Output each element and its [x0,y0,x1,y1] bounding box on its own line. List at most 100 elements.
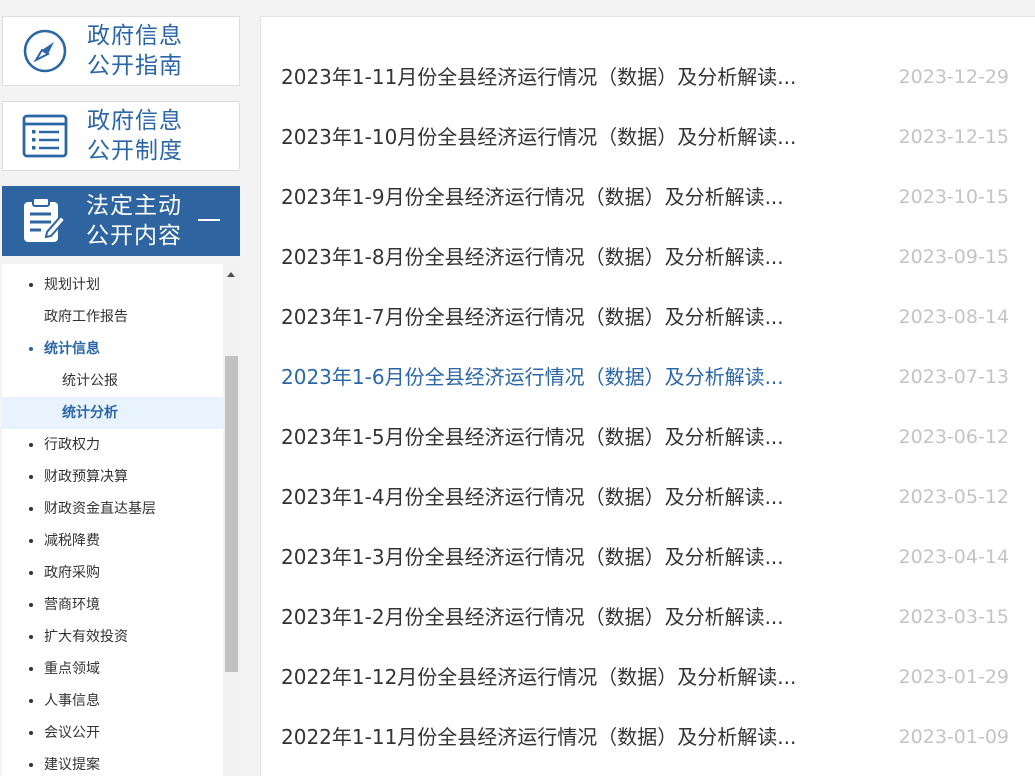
public-system-card[interactable]: 政府信息 公开制度 [2,101,240,171]
statutory-content-line1: 法定主动 [86,193,182,219]
menu-item-budget[interactable]: 财政预算决算 [2,461,223,493]
menu-item-label: 政府采购 [44,565,100,581]
page: 政府信息 公开指南 政府信息 公开制度 法定主动 公开内容 规划计划 政府工作报… [0,0,1035,776]
compass-icon [3,17,87,85]
bullet-icon [29,475,33,479]
article-row[interactable]: 2023年1-3月份全县经济运行情况（数据）及分析解读... 2023-04-1… [261,528,1035,588]
menu-item-label: 规划计划 [44,277,100,293]
menu-item-stat-bulletin[interactable]: 统计公报 [2,365,223,397]
article-title[interactable]: 2023年1-8月份全县经济运行情况（数据）及分析解读... [281,242,784,272]
article-date: 2023-05-12 [898,486,1009,508]
public-guide-line1: 政府信息 [87,23,183,49]
menu-item-plans[interactable]: 规划计划 [2,269,223,301]
public-guide-label: 政府信息 公开指南 [87,21,183,81]
article-date: 2023-01-09 [898,726,1009,748]
menu-item-label: 统计公报 [62,373,118,389]
public-system-line1: 政府信息 [87,108,183,134]
article-date: 2023-10-15 [898,186,1009,208]
article-list-panel: 2023年1-11月份全县经济运行情况（数据）及分析解读... 2023-12-… [260,16,1035,776]
public-guide-line2: 公开指南 [87,53,183,79]
article-title[interactable]: 2023年1-11月份全县经济运行情况（数据）及分析解读... [281,62,796,92]
menu-item-label: 会议公开 [44,725,100,741]
menu-item-label: 减税降费 [44,533,100,549]
article-title[interactable]: 2023年1-2月份全县经济运行情况（数据）及分析解读... [281,602,784,632]
article-date: 2023-09-15 [898,246,1009,268]
public-system-line2: 公开制度 [87,138,183,164]
scrollbar-thumb[interactable] [225,356,238,672]
collapse-icon[interactable] [198,219,220,221]
bullet-icon [29,763,33,767]
article-row[interactable]: 2023年1-4月份全县经济运行情况（数据）及分析解读... 2023-05-1… [261,468,1035,528]
public-guide-card[interactable]: 政府信息 公开指南 [2,16,240,86]
bullet-icon [29,667,33,671]
article-date: 2023-07-13 [898,366,1009,388]
article-title[interactable]: 2023年1-9月份全县经济运行情况（数据）及分析解读... [281,182,784,212]
category-menu-list: 规划计划 政府工作报告 统计信息 统计公报 统计分析 行政权力 财政预算决算 财… [2,269,223,776]
menu-item-proposals[interactable]: 建议提案 [2,749,223,776]
menu-item-investment[interactable]: 扩大有效投资 [2,621,223,653]
menu-item-meetings[interactable]: 会议公开 [2,717,223,749]
menu-item-statistics[interactable]: 统计信息 [2,333,223,365]
bullet-icon [29,539,33,543]
menu-scrollbar[interactable] [223,264,240,776]
bullet-icon [29,731,33,735]
bullet-icon [29,347,33,351]
article-title[interactable]: 2023年1-6月份全县经济运行情况（数据）及分析解读... [281,362,784,392]
article-title[interactable]: 2023年1-3月份全县经济运行情况（数据）及分析解读... [281,542,784,572]
menu-item-procurement[interactable]: 政府采购 [2,557,223,589]
bullet-icon [29,507,33,511]
article-row-hovered[interactable]: 2023年1-6月份全县经济运行情况（数据）及分析解读... 2023-07-1… [261,348,1035,408]
menu-item-admin-power[interactable]: 行政权力 [2,429,223,461]
statutory-content-card[interactable]: 法定主动 公开内容 [2,186,240,256]
menu-item-label: 营商环境 [44,597,100,613]
article-list: 2023年1-11月份全县经济运行情况（数据）及分析解读... 2023-12-… [261,48,1035,768]
menu-item-label: 扩大有效投资 [44,629,128,645]
article-title[interactable]: 2022年1-11月份全县经济运行情况（数据）及分析解读... [281,722,796,752]
menu-item-stat-analysis[interactable]: 统计分析 [2,397,223,429]
clipboard-edit-icon [2,186,86,256]
article-title[interactable]: 2022年1-12月份全县经济运行情况（数据）及分析解读... [281,662,796,692]
menu-item-label: 财政预算决算 [44,469,128,485]
menu-item-label: 财政资金直达基层 [44,501,156,517]
public-system-label: 政府信息 公开制度 [87,106,183,166]
article-date: 2023-08-14 [898,306,1009,328]
bullet-icon [29,603,33,607]
menu-item-label: 统计信息 [44,341,100,357]
bullet-icon [29,699,33,703]
sidebar: 政府信息 公开指南 政府信息 公开制度 法定主动 公开内容 规划计划 政府工作报… [2,16,240,776]
menu-item-key-areas[interactable]: 重点领域 [2,653,223,685]
article-row[interactable]: 2023年1-8月份全县经济运行情况（数据）及分析解读... 2023-09-1… [261,228,1035,288]
article-title[interactable]: 2023年1-10月份全县经济运行情况（数据）及分析解读... [281,122,796,152]
bullet-icon [29,283,33,287]
article-date: 2023-01-29 [898,666,1009,688]
article-row[interactable]: 2023年1-10月份全县经济运行情况（数据）及分析解读... 2023-12-… [261,108,1035,168]
scroll-up-arrow-icon[interactable] [227,272,235,277]
article-row[interactable]: 2023年1-5月份全县经济运行情况（数据）及分析解读... 2023-06-1… [261,408,1035,468]
menu-item-business-env[interactable]: 营商环境 [2,589,223,621]
article-title[interactable]: 2023年1-5月份全县经济运行情况（数据）及分析解读... [281,422,784,452]
article-row[interactable]: 2023年1-7月份全县经济运行情况（数据）及分析解读... 2023-08-1… [261,288,1035,348]
article-row[interactable]: 2022年1-11月份全县经济运行情况（数据）及分析解读... 2023-01-… [261,708,1035,768]
statutory-content-label: 法定主动 公开内容 [86,191,198,251]
statutory-content-line2: 公开内容 [86,223,182,249]
article-date: 2023-12-29 [898,66,1009,88]
article-row[interactable]: 2023年1-2月份全县经济运行情况（数据）及分析解读... 2023-03-1… [261,588,1035,648]
menu-item-label: 重点领域 [44,661,100,677]
article-row[interactable]: 2022年1-12月份全县经济运行情况（数据）及分析解读... 2023-01-… [261,648,1035,708]
menu-item-direct-funds[interactable]: 财政资金直达基层 [2,493,223,525]
menu-item-label: 统计分析 [62,405,118,421]
article-row[interactable]: 2023年1-11月份全县经济运行情况（数据）及分析解读... 2023-12-… [261,48,1035,108]
document-list-icon [3,102,87,170]
article-date: 2023-04-14 [898,546,1009,568]
bullet-icon [29,443,33,447]
menu-item-work-report[interactable]: 政府工作报告 [2,301,223,333]
menu-item-personnel[interactable]: 人事信息 [2,685,223,717]
article-title[interactable]: 2023年1-4月份全县经济运行情况（数据）及分析解读... [281,482,784,512]
menu-item-label: 行政权力 [44,437,100,453]
category-menu: 规划计划 政府工作报告 统计信息 统计公报 统计分析 行政权力 财政预算决算 财… [2,264,240,776]
menu-item-label: 人事信息 [44,693,100,709]
article-row[interactable]: 2023年1-9月份全县经济运行情况（数据）及分析解读... 2023-10-1… [261,168,1035,228]
menu-item-tax-cuts[interactable]: 减税降费 [2,525,223,557]
article-date: 2023-12-15 [898,126,1009,148]
article-title[interactable]: 2023年1-7月份全县经济运行情况（数据）及分析解读... [281,302,784,332]
